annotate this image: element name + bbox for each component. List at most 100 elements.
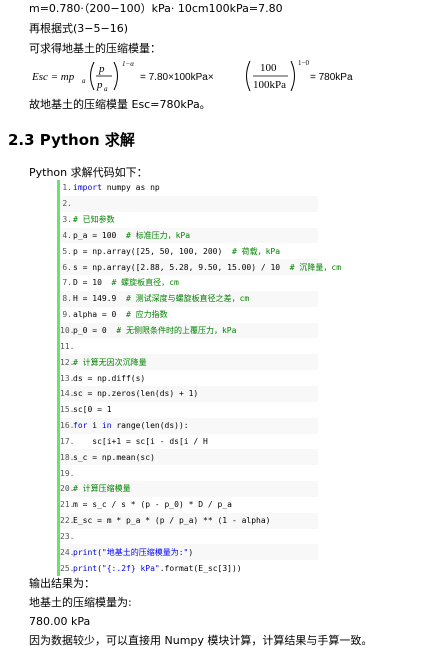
code-token: .format(E_sc[3])) <box>159 563 242 573</box>
calc-line-m: m=0.780·（200−100）kPa· 10cm100kPa=7.80 <box>29 2 283 15</box>
code-line: 5p = np.array([25, 50, 100, 200) # 荷载，kP… <box>60 243 318 259</box>
frac2-numerator: 100 <box>260 62 277 74</box>
code-token: H = 149.9 <box>73 294 126 304</box>
code-token: # 螺旋板直径，cm <box>111 278 179 288</box>
line-number: 3 <box>60 215 73 224</box>
code-token: # 无侧限条件时的上覆压力，kPa <box>116 326 237 336</box>
code-token: numpy as np <box>101 183 160 193</box>
frac1-denominator-sub: a <box>104 85 108 93</box>
code-token: sc[0 = 1 <box>73 405 112 415</box>
code-token: # 测试深度与螺旋板直径之差，cm <box>125 294 250 304</box>
code-intro-line: Python 求解代码如下： <box>29 166 148 179</box>
code-line: 13ds = np.diff(s) <box>60 370 318 386</box>
code-token: # 计算压缩模量 <box>73 484 131 494</box>
line-number: 14 <box>60 389 73 398</box>
code-token: "地基土的压缩模量为:" <box>101 547 189 557</box>
code-token: sc[i+1 = sc[i - ds[i / H <box>73 436 208 446</box>
output-result-label: 地基土的压缩模量为: <box>29 596 132 609</box>
line-number: 25 <box>60 564 73 573</box>
code-line: 4p_a = 100 # 标准压力，kPa <box>60 227 318 244</box>
code-token: i <box>87 421 102 431</box>
line-number: 17 <box>60 437 73 446</box>
code-token: ) <box>188 547 194 557</box>
code-line: 11 <box>60 338 318 354</box>
code-line: 12# 计算无因次沉降量 <box>60 354 318 371</box>
code-line: 17 sc[i+1 = sc[i - ds[i / H <box>60 434 318 450</box>
code-line: 15sc[0 = 1 <box>60 402 318 418</box>
line-number: 13 <box>60 374 73 383</box>
code-token: sc = np.zeros(len(ds) + 1) <box>73 389 199 399</box>
code-line: 14sc = np.zeros(len(ds) + 1) <box>60 385 318 402</box>
code-line: 8H = 149.9 # 测试深度与螺旋板直径之差，cm <box>60 290 318 307</box>
line-number: 19 <box>60 469 73 478</box>
line-number: 1 <box>60 183 73 192</box>
code-token: "{:.2f} kPa" <box>101 563 160 573</box>
code-line: 6s = np.array([2.88, 5.28, 9.50, 15.00) … <box>60 259 341 276</box>
code-token: print <box>73 547 98 557</box>
line-number: 12 <box>60 358 73 367</box>
code-token: s = np.array([2.88, 5.28, 9.50, 15.00) /… <box>73 262 290 272</box>
code-token: # 标准压力，kPa <box>125 230 191 240</box>
code-token: in <box>101 421 112 431</box>
formula-result: = 780kPa <box>310 72 353 83</box>
line-number: 24 <box>60 548 73 557</box>
conclusion-line: 因为数据较少，可以直接用 Numpy 模块计算，计算结果与手算一致。 <box>29 634 373 647</box>
code-block: 1import numpy as np23# 已知参数4p_a = 100 # … <box>57 180 341 577</box>
line-number: 21 <box>60 500 73 509</box>
output-label: 输出结果为： <box>29 577 95 590</box>
right-paren <box>113 61 118 91</box>
line-number: 5 <box>60 247 73 256</box>
reference-formula-line: 再根据式(3−5−16) <box>29 22 129 35</box>
line-number: 10 <box>60 326 73 335</box>
code-token: p_a = 100 <box>73 230 126 240</box>
code-token: for <box>73 421 88 431</box>
code-line: 24print("地基土的压缩模量为:") <box>60 544 318 561</box>
formula-lhs-sub: a <box>82 77 86 85</box>
code-token: # 计算无因次沉降量 <box>73 357 147 367</box>
code-token: range(len(ds)): <box>111 421 189 431</box>
formula-lhs: Esc = mp <box>32 71 75 83</box>
left-paren-2 <box>246 60 251 92</box>
modulus-intro-line: 可求得地基土的压缩模量： <box>29 42 161 55</box>
exponent-2: 1−0 <box>298 59 309 67</box>
code-line: 10p_0 = 0 # 无侧限条件时的上覆压力，kPa <box>60 322 318 339</box>
code-line: 21m = s_c / s * (p - p_0) * D / p_a <box>60 497 318 513</box>
code-line: 19 <box>60 465 318 481</box>
code-token: E_sc = m * p_a * (p / p_a) ** (1 - alpha… <box>73 516 271 526</box>
line-number: 4 <box>60 231 73 240</box>
code-token: alpha = 0 <box>73 310 126 320</box>
line-number: 2 <box>60 199 73 208</box>
code-token: import <box>73 183 102 193</box>
code-token: ds = np.diff(s) <box>73 373 146 383</box>
code-token: s_c = np.mean(sc) <box>73 452 155 462</box>
formula-middle: = 7.80×100kPa× <box>140 72 214 83</box>
line-number: 11 <box>60 342 73 351</box>
code-line: 23 <box>60 529 318 545</box>
code-line: 18s_c = np.mean(sc) <box>60 449 318 466</box>
code-token: # 沉降量，cm <box>289 262 342 272</box>
code-token: p_0 = 0 <box>73 326 117 336</box>
compression-modulus-formula: Esc = mp a p p a 1−α = 7.80×100kPa× 100 … <box>32 58 362 94</box>
code-line: 7D = 10 # 螺旋板直径，cm <box>60 275 318 291</box>
code-line: 16for i in range(len(ds)): <box>60 417 318 434</box>
frac1-denominator: p <box>96 79 103 91</box>
code-token: # 荷载，kPa <box>231 246 281 256</box>
code-line: 1import numpy as np <box>60 180 318 196</box>
code-token: p = np.array([25, 50, 100, 200) <box>73 246 232 256</box>
line-number: 15 <box>60 405 73 414</box>
code-line: 20# 计算压缩模量 <box>60 481 318 497</box>
frac1-numerator: p <box>98 63 105 75</box>
line-number: 7 <box>60 278 73 287</box>
code-token: print <box>73 563 98 573</box>
line-number: 9 <box>60 310 73 319</box>
code-token: # 已知参数 <box>73 215 115 225</box>
line-number: 6 <box>60 263 73 272</box>
code-line: 3# 已知参数 <box>60 212 318 228</box>
line-number: 20 <box>60 484 73 493</box>
exponent-1: 1−α <box>122 60 134 68</box>
section-heading: 2.3 Python 求解 <box>8 131 135 149</box>
code-line: 9alpha = 0 # 应力指数 <box>60 307 318 323</box>
code-line: 2 <box>60 195 318 212</box>
line-number: 18 <box>60 453 73 462</box>
line-number: 16 <box>60 421 73 430</box>
